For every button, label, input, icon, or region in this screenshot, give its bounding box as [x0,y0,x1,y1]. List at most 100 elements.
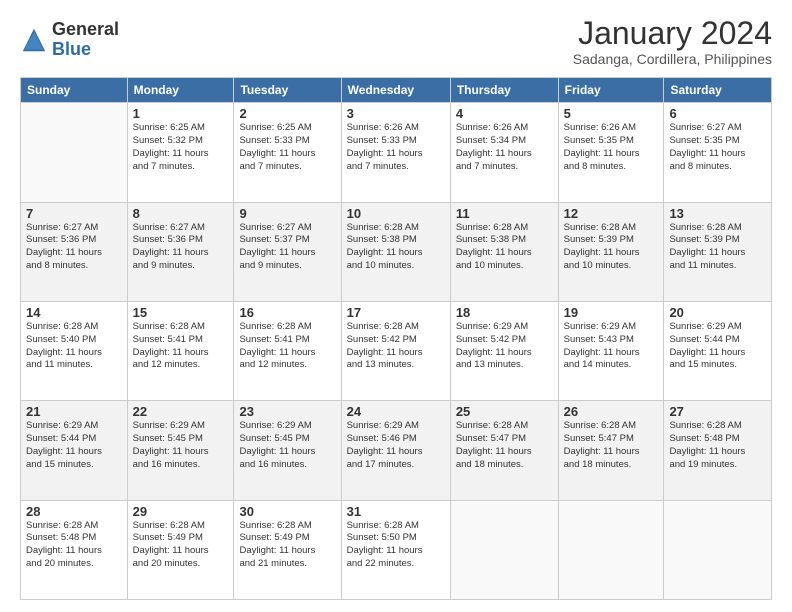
day-number: 24 [347,404,445,419]
calendar-cell: 7Sunrise: 6:27 AM Sunset: 5:36 PM Daylig… [21,202,128,301]
calendar-header-monday: Monday [127,78,234,103]
calendar-cell: 31Sunrise: 6:28 AM Sunset: 5:50 PM Dayli… [341,500,450,599]
calendar-cell [450,500,558,599]
subtitle: Sadanga, Cordillera, Philippines [573,51,772,67]
calendar-cell: 8Sunrise: 6:27 AM Sunset: 5:36 PM Daylig… [127,202,234,301]
calendar-week-row: 7Sunrise: 6:27 AM Sunset: 5:36 PM Daylig… [21,202,772,301]
calendar-cell: 3Sunrise: 6:26 AM Sunset: 5:33 PM Daylig… [341,103,450,202]
calendar-cell: 27Sunrise: 6:28 AM Sunset: 5:48 PM Dayli… [664,401,772,500]
day-number: 13 [669,206,766,221]
calendar-cell: 29Sunrise: 6:28 AM Sunset: 5:49 PM Dayli… [127,500,234,599]
calendar-cell: 9Sunrise: 6:27 AM Sunset: 5:37 PM Daylig… [234,202,341,301]
calendar-cell: 12Sunrise: 6:28 AM Sunset: 5:39 PM Dayli… [558,202,664,301]
day-info: Sunrise: 6:28 AM Sunset: 5:39 PM Dayligh… [669,222,766,273]
day-info: Sunrise: 6:26 AM Sunset: 5:33 PM Dayligh… [347,122,445,173]
day-number: 6 [669,106,766,121]
main-title: January 2024 [573,16,772,51]
calendar-cell: 16Sunrise: 6:28 AM Sunset: 5:41 PM Dayli… [234,301,341,400]
logo-blue: Blue [52,40,119,60]
calendar-week-row: 21Sunrise: 6:29 AM Sunset: 5:44 PM Dayli… [21,401,772,500]
logo-icon [20,26,48,54]
day-number: 27 [669,404,766,419]
calendar-cell: 2Sunrise: 6:25 AM Sunset: 5:33 PM Daylig… [234,103,341,202]
day-number: 4 [456,106,553,121]
calendar-cell: 24Sunrise: 6:29 AM Sunset: 5:46 PM Dayli… [341,401,450,500]
calendar-week-row: 14Sunrise: 6:28 AM Sunset: 5:40 PM Dayli… [21,301,772,400]
calendar-cell: 20Sunrise: 6:29 AM Sunset: 5:44 PM Dayli… [664,301,772,400]
day-number: 12 [564,206,659,221]
calendar-cell [558,500,664,599]
day-info: Sunrise: 6:28 AM Sunset: 5:39 PM Dayligh… [564,222,659,273]
day-info: Sunrise: 6:29 AM Sunset: 5:45 PM Dayligh… [133,420,229,471]
day-number: 21 [26,404,122,419]
day-number: 2 [239,106,335,121]
day-info: Sunrise: 6:25 AM Sunset: 5:32 PM Dayligh… [133,122,229,173]
day-number: 3 [347,106,445,121]
day-info: Sunrise: 6:29 AM Sunset: 5:42 PM Dayligh… [456,321,553,372]
day-info: Sunrise: 6:26 AM Sunset: 5:35 PM Dayligh… [564,122,659,173]
calendar-week-row: 1Sunrise: 6:25 AM Sunset: 5:32 PM Daylig… [21,103,772,202]
calendar-cell: 18Sunrise: 6:29 AM Sunset: 5:42 PM Dayli… [450,301,558,400]
day-info: Sunrise: 6:28 AM Sunset: 5:48 PM Dayligh… [26,520,122,571]
page: General Blue January 2024 Sadanga, Cordi… [0,0,792,612]
calendar-header-thursday: Thursday [450,78,558,103]
calendar-cell: 17Sunrise: 6:28 AM Sunset: 5:42 PM Dayli… [341,301,450,400]
day-info: Sunrise: 6:29 AM Sunset: 5:45 PM Dayligh… [239,420,335,471]
calendar-cell: 4Sunrise: 6:26 AM Sunset: 5:34 PM Daylig… [450,103,558,202]
day-info: Sunrise: 6:27 AM Sunset: 5:36 PM Dayligh… [133,222,229,273]
calendar-cell: 10Sunrise: 6:28 AM Sunset: 5:38 PM Dayli… [341,202,450,301]
calendar-cell: 25Sunrise: 6:28 AM Sunset: 5:47 PM Dayli… [450,401,558,500]
day-number: 5 [564,106,659,121]
day-number: 11 [456,206,553,221]
logo: General Blue [20,20,119,60]
day-info: Sunrise: 6:28 AM Sunset: 5:42 PM Dayligh… [347,321,445,372]
day-info: Sunrise: 6:27 AM Sunset: 5:36 PM Dayligh… [26,222,122,273]
calendar-header-friday: Friday [558,78,664,103]
day-number: 26 [564,404,659,419]
calendar-header-tuesday: Tuesday [234,78,341,103]
logo-general: General [52,20,119,40]
day-number: 15 [133,305,229,320]
calendar: SundayMondayTuesdayWednesdayThursdayFrid… [20,77,772,600]
calendar-cell: 15Sunrise: 6:28 AM Sunset: 5:41 PM Dayli… [127,301,234,400]
calendar-cell: 22Sunrise: 6:29 AM Sunset: 5:45 PM Dayli… [127,401,234,500]
calendar-header-sunday: Sunday [21,78,128,103]
calendar-week-row: 28Sunrise: 6:28 AM Sunset: 5:48 PM Dayli… [21,500,772,599]
calendar-header-wednesday: Wednesday [341,78,450,103]
day-number: 9 [239,206,335,221]
day-number: 16 [239,305,335,320]
day-info: Sunrise: 6:28 AM Sunset: 5:50 PM Dayligh… [347,520,445,571]
day-number: 17 [347,305,445,320]
calendar-cell: 5Sunrise: 6:26 AM Sunset: 5:35 PM Daylig… [558,103,664,202]
calendar-cell: 21Sunrise: 6:29 AM Sunset: 5:44 PM Dayli… [21,401,128,500]
day-info: Sunrise: 6:28 AM Sunset: 5:38 PM Dayligh… [456,222,553,273]
day-number: 10 [347,206,445,221]
day-info: Sunrise: 6:28 AM Sunset: 5:38 PM Dayligh… [347,222,445,273]
day-number: 28 [26,504,122,519]
day-number: 19 [564,305,659,320]
day-info: Sunrise: 6:28 AM Sunset: 5:41 PM Dayligh… [239,321,335,372]
calendar-cell: 28Sunrise: 6:28 AM Sunset: 5:48 PM Dayli… [21,500,128,599]
calendar-header-row: SundayMondayTuesdayWednesdayThursdayFrid… [21,78,772,103]
day-info: Sunrise: 6:28 AM Sunset: 5:41 PM Dayligh… [133,321,229,372]
day-info: Sunrise: 6:25 AM Sunset: 5:33 PM Dayligh… [239,122,335,173]
calendar-cell: 30Sunrise: 6:28 AM Sunset: 5:49 PM Dayli… [234,500,341,599]
day-info: Sunrise: 6:29 AM Sunset: 5:43 PM Dayligh… [564,321,659,372]
calendar-cell: 6Sunrise: 6:27 AM Sunset: 5:35 PM Daylig… [664,103,772,202]
calendar-cell [21,103,128,202]
day-info: Sunrise: 6:29 AM Sunset: 5:44 PM Dayligh… [669,321,766,372]
day-info: Sunrise: 6:28 AM Sunset: 5:49 PM Dayligh… [133,520,229,571]
day-number: 1 [133,106,229,121]
calendar-cell: 14Sunrise: 6:28 AM Sunset: 5:40 PM Dayli… [21,301,128,400]
day-number: 14 [26,305,122,320]
logo-text: General Blue [52,20,119,60]
day-number: 29 [133,504,229,519]
day-number: 7 [26,206,122,221]
day-info: Sunrise: 6:28 AM Sunset: 5:49 PM Dayligh… [239,520,335,571]
calendar-cell: 11Sunrise: 6:28 AM Sunset: 5:38 PM Dayli… [450,202,558,301]
day-number: 23 [239,404,335,419]
day-info: Sunrise: 6:28 AM Sunset: 5:47 PM Dayligh… [456,420,553,471]
day-info: Sunrise: 6:26 AM Sunset: 5:34 PM Dayligh… [456,122,553,173]
calendar-header-saturday: Saturday [664,78,772,103]
title-block: January 2024 Sadanga, Cordillera, Philip… [573,16,772,67]
